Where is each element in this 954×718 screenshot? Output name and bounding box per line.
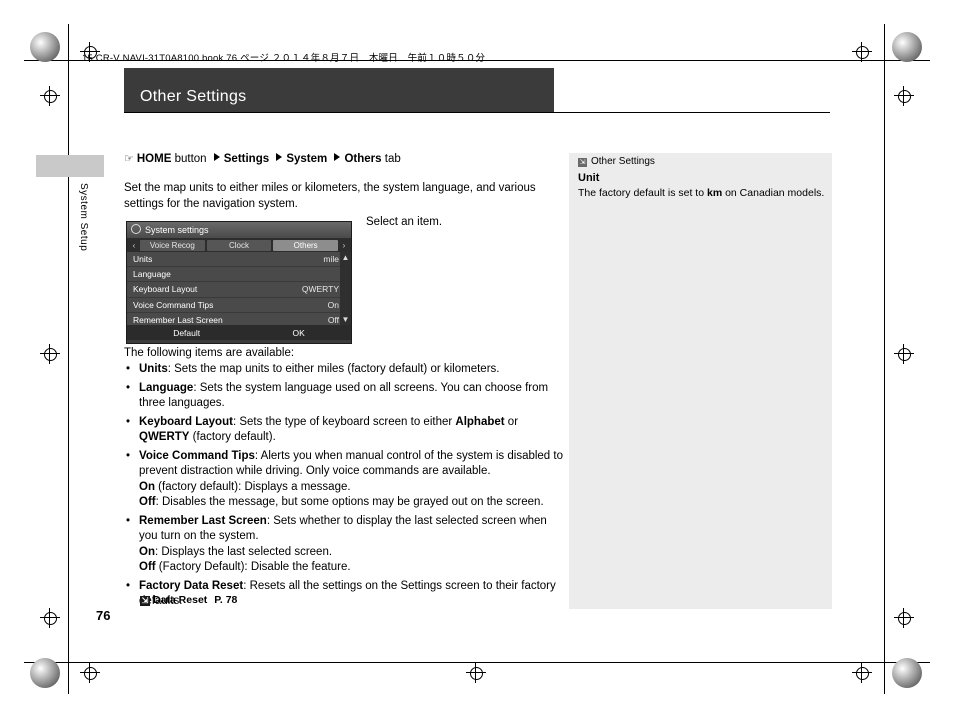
intro-paragraph: Set the map units to either miles or kil… — [124, 182, 536, 210]
breadcrumb-others: Others — [344, 153, 382, 165]
reg-mark-right-lower-circle — [898, 612, 911, 625]
device-row-value: Off — [327, 314, 339, 325]
device-tab-bar: ‹ Voice Recog Clock Others › — [127, 238, 351, 252]
chevron-right-icon-3 — [334, 153, 341, 161]
breadcrumb-button-word: button — [174, 153, 207, 165]
registration-dot-top-right — [892, 32, 922, 62]
list-item-sub: On (factory default): Displays a message… — [139, 480, 351, 493]
hand-pointer-icon: ☞ — [124, 153, 134, 165]
scroll-down-icon[interactable]: ▼ — [340, 315, 351, 324]
list-item-text: Units: Sets the map units to either mile… — [139, 363, 500, 375]
section-tab-label: System Setup — [78, 183, 89, 252]
select-item-caption: Select an item. — [366, 216, 443, 228]
reg-mark-left-upper-circle — [44, 90, 57, 103]
list-item-text: Remember Last Screen: Sets whether to di… — [139, 514, 547, 543]
list-item-text: Language: Sets the system language used … — [139, 381, 549, 410]
side-note-body-prefix: The factory default is set to — [578, 187, 707, 199]
reg-mark-right-mid-circle — [898, 348, 911, 361]
side-note-body-suffix: on Canadian models. — [722, 187, 825, 199]
reg-mark-bottom-left-circle — [84, 667, 97, 680]
list-item-keyboard-layout: Keyboard Layout: Sets the type of keyboa… — [124, 415, 564, 446]
side-note-title-text: Other Settings — [591, 156, 655, 167]
device-tab-clock[interactable]: Clock — [206, 239, 272, 251]
registration-dot-bottom-left — [30, 658, 60, 688]
device-row-value: mile — [323, 254, 339, 265]
cross-reference-page: P. 78 — [214, 594, 238, 606]
device-row-language[interactable]: Language — [127, 267, 351, 283]
reg-mark-right-upper-circle — [898, 90, 911, 103]
reg-mark-bottom-right-circle — [856, 667, 869, 680]
breadcrumb-settings: Settings — [223, 153, 270, 165]
device-row-value: QWERTY — [301, 284, 339, 295]
system-settings-screenshot: System settings ‹ Voice Recog Clock Othe… — [126, 221, 352, 344]
list-item-units: Units: Sets the map units to either mile… — [124, 362, 564, 378]
device-scrollbar[interactable]: ▲ ▼ — [340, 252, 351, 325]
side-note-body-bold: km — [706, 187, 723, 199]
registration-dot-bottom-right — [892, 658, 922, 688]
list-item-remember-last-screen: Remember Last Screen: Sets whether to di… — [124, 514, 564, 576]
print-header-line: 15 CR-V NAVI-31T0A8100.book 76 ページ ２０１４年… — [82, 53, 486, 64]
side-note-box — [569, 153, 832, 609]
device-title: System settings — [145, 225, 209, 235]
list-item-language: Language: Sets the system language used … — [124, 381, 564, 412]
page-title: Other Settings — [140, 88, 247, 105]
note-icon: ⇲ — [578, 158, 587, 167]
section-tab-marker — [36, 155, 104, 177]
reg-mark-top-right-circle — [856, 46, 869, 59]
list-item-sub: On: Displays the last selected screen. — [139, 545, 333, 558]
list-item-sub: Off: Disables the message, but some opti… — [139, 496, 544, 508]
list-item-voice-command-tips: Voice Command Tips: Alerts you when manu… — [124, 449, 564, 511]
device-tab-voice-recog[interactable]: Voice Recog — [140, 239, 205, 251]
list-item-text: Keyboard Layout: Sets the type of keyboa… — [139, 415, 519, 444]
breadcrumb-system: System — [286, 153, 328, 165]
available-items-intro: The following items are available: — [124, 347, 295, 359]
device-row-value: On — [327, 299, 339, 310]
device-row-label: Language — [133, 269, 171, 280]
device-row-voice-command-tips[interactable]: Voice Command Tips On — [127, 298, 351, 313]
device-row-label: Units — [133, 254, 153, 265]
reg-mark-bottom-center-circle — [470, 667, 483, 680]
breadcrumb: ☞ HOME button Settings System Others tab — [124, 152, 401, 165]
device-row-label: Keyboard Layout — [133, 284, 198, 295]
device-default-button[interactable]: Default — [173, 328, 200, 338]
gear-icon — [131, 224, 141, 234]
crop-line-left — [68, 24, 69, 694]
cross-reference-label: Data Reset — [153, 594, 208, 606]
tab-next-icon[interactable]: › — [339, 241, 349, 250]
device-row-label: Remember Last Screen — [133, 314, 223, 325]
side-note-body: The factory default is set to km on Cana… — [578, 186, 826, 200]
registration-dot-top-left — [30, 32, 60, 62]
device-tab-others[interactable]: Others — [273, 239, 339, 251]
reg-mark-left-mid-circle — [44, 348, 57, 361]
page-number: 76 — [96, 608, 111, 623]
breadcrumb-home: HOME — [136, 153, 172, 165]
book-reference-icon: ⇲ — [140, 596, 150, 606]
cross-reference[interactable]: ⇲ Data Reset P. 78 — [140, 594, 237, 606]
chevron-right-icon-2 — [276, 153, 283, 161]
side-note-title: ⇲ Other Settings — [578, 156, 655, 167]
device-title-bar: System settings — [127, 222, 351, 238]
device-row-keyboard-layout[interactable]: Keyboard Layout QWERTY — [127, 282, 351, 298]
list-item-text: Voice Command Tips: Alerts you when manu… — [139, 449, 563, 478]
device-row-units[interactable]: Units mile — [127, 252, 351, 268]
crop-line-right — [884, 24, 885, 694]
crop-line-bottom — [24, 662, 930, 663]
device-ok-button[interactable]: OK — [293, 328, 305, 338]
settings-item-list: Units: Sets the map units to either mile… — [124, 362, 564, 613]
tab-prev-icon[interactable]: ‹ — [129, 241, 139, 250]
scroll-up-icon[interactable]: ▲ — [340, 253, 351, 262]
breadcrumb-tab-word: tab — [384, 153, 401, 165]
device-row-label: Voice Command Tips — [133, 299, 214, 310]
manual-page: 15 CR-V NAVI-31T0A8100.book 76 ページ ２０１４年… — [0, 0, 954, 718]
list-item-sub: Off (Factory Default): Disable the featu… — [139, 561, 351, 573]
device-settings-list: Units mile Language Keyboard Layout QWER… — [127, 252, 351, 328]
header-rule — [124, 112, 830, 113]
chevron-right-icon-1 — [213, 153, 220, 161]
reg-mark-left-lower-circle — [44, 612, 57, 625]
side-note-heading: Unit — [578, 172, 600, 184]
device-footer-bar: Default OK — [127, 325, 351, 340]
